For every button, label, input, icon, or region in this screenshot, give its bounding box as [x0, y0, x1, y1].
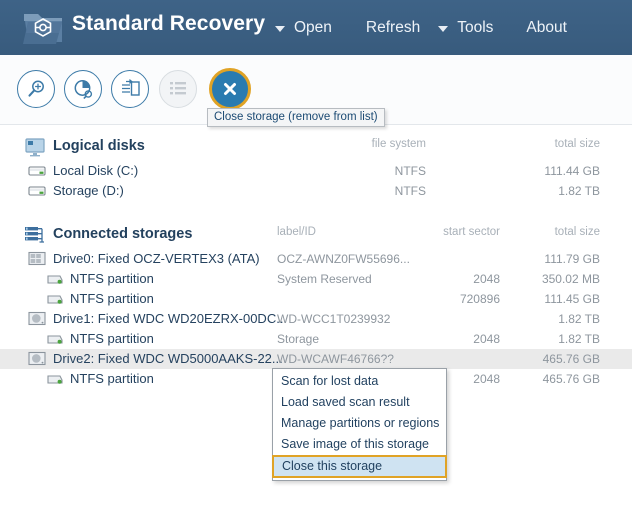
logical-disks-title: Logical disks	[53, 138, 145, 154]
find-lost-data-button[interactable]	[17, 70, 55, 108]
menu-item-refresh-label: Refresh	[365, 18, 421, 36]
close-x-icon	[224, 83, 236, 95]
logical-disk-row[interactable]: Local Disk (C:) NTFS 111.44 GB	[0, 161, 632, 181]
partition-icon	[46, 291, 64, 306]
title-bar: Standard Recovery Open Refresh Tools Abo…	[0, 0, 632, 55]
storage-drive-label: Drive0: Fixed OCZ-VERTEX3 (ATA)	[53, 251, 260, 266]
disk-platter-icon	[28, 311, 46, 326]
partition-icon	[46, 331, 64, 346]
folder-hexagon-logo-icon	[22, 8, 64, 48]
context-menu-item-scan-for-lost-data[interactable]: Scan for lost data	[273, 371, 446, 392]
storage-partition-label: NTFS partition	[70, 331, 154, 346]
storage-drive-row[interactable]: Drive0: Fixed OCZ-VERTEX3 (ATA) OCZ-AWNZ…	[0, 249, 632, 269]
column-header-file-system: file system	[371, 138, 426, 150]
logical-disk-label: Storage (D:)	[53, 183, 124, 198]
list-view-button[interactable]	[159, 70, 197, 108]
drive-icon	[28, 183, 46, 198]
menu-item-open[interactable]: Open	[275, 19, 332, 37]
export-document-icon	[121, 79, 140, 96]
storage-partition-row[interactable]: NTFS partition System Reserved 2048 350.…	[0, 269, 632, 289]
storage-drive-row-selected[interactable]: Drive2: Fixed WDC WD5000AAKS-22... WD-WC…	[0, 349, 632, 369]
logical-disk-total-size: 1.82 TB	[558, 184, 600, 198]
main-menu: Open Refresh Tools About	[275, 0, 567, 55]
logical-disk-total-size: 111.44 GB	[544, 164, 600, 178]
menu-item-open-label: Open	[294, 18, 332, 36]
disk-platter-icon	[28, 351, 46, 366]
storage-label-id: System Reserved	[277, 272, 372, 286]
magnifier-plus-icon	[28, 80, 44, 97]
storage-total-size: 465.76 GB	[542, 352, 600, 366]
menu-item-about[interactable]: About	[526, 19, 567, 37]
partition-icon	[46, 371, 64, 386]
list-lines-icon	[170, 82, 186, 95]
close-storage-button[interactable]	[209, 68, 251, 110]
drive-icon	[28, 163, 46, 178]
context-menu-item-close-this-storage[interactable]: Close this storage	[272, 455, 447, 478]
storage-drive-label: Drive1: Fixed WDC WD20EZRX-00DC...	[53, 311, 288, 326]
logical-disk-row[interactable]: Storage (D:) NTFS 1.82 TB	[0, 181, 632, 201]
context-menu-item-manage-partitions-or-regions[interactable]: Manage partitions or regions	[273, 413, 446, 434]
context-menu-item-load-saved-scan-result[interactable]: Load saved scan result	[273, 392, 446, 413]
logical-disk-file-system: NTFS	[394, 164, 426, 178]
storage-total-size: 1.82 TB	[558, 312, 600, 326]
logical-disks-header: Logical disks file system total size	[0, 135, 632, 161]
storage-total-size: 111.45 GB	[544, 292, 600, 306]
storage-total-size: 1.82 TB	[558, 332, 600, 346]
disk-platter-icon	[28, 251, 46, 266]
connected-storages-header: Connected storages label/ID start sector…	[0, 223, 632, 249]
save-image-button[interactable]	[111, 70, 149, 108]
logical-disk-label: Local Disk (C:)	[53, 163, 139, 178]
storage-partition-label: NTFS partition	[70, 371, 154, 386]
menu-item-tools[interactable]: Tools	[438, 19, 493, 37]
logical-disk-file-system: NTFS	[394, 184, 426, 198]
disk-analysis-button[interactable]	[64, 70, 102, 108]
storage-total-size: 111.79 GB	[544, 252, 600, 266]
storage-label-id: WD-WCAWF46766??	[277, 352, 394, 366]
storage-drive-row[interactable]: Drive1: Fixed WDC WD20EZRX-00DC... WD-WC…	[0, 309, 632, 329]
storage-label-id: OCZ-AWNZ0FW55696...	[277, 252, 410, 266]
storage-total-size: 465.76 GB	[542, 372, 600, 386]
chevron-down-icon	[275, 25, 285, 32]
partition-icon	[46, 271, 64, 286]
storage-context-menu: Scan for lost data Load saved scan resul…	[272, 368, 447, 481]
menu-item-refresh[interactable]: Refresh	[366, 19, 420, 37]
app-title: Standard Recovery	[72, 12, 266, 35]
menu-item-tools-label: Tools	[457, 18, 494, 36]
storage-stack-icon	[25, 226, 45, 245]
storage-partition-label: NTFS partition	[70, 291, 154, 306]
storage-start-sector: 2048	[473, 272, 500, 286]
storage-start-sector: 2048	[473, 332, 500, 346]
storage-drive-label: Drive2: Fixed WDC WD5000AAKS-22...	[53, 351, 283, 366]
close-storage-tooltip: Close storage (remove from list)	[207, 108, 385, 127]
storage-partition-label: NTFS partition	[70, 271, 154, 286]
context-menu-item-save-image-of-this-storage[interactable]: Save image of this storage	[273, 434, 446, 455]
storage-partition-row[interactable]: NTFS partition 720896 111.45 GB	[0, 289, 632, 309]
monitor-icon	[25, 138, 45, 157]
storage-label-id: Storage	[277, 332, 320, 346]
connected-storages-title: Connected storages	[53, 226, 193, 242]
menu-item-about-label: About	[526, 18, 567, 36]
application-window: Standard Recovery Open Refresh Tools Abo…	[0, 0, 632, 508]
column-header-label-id: label/ID	[277, 226, 316, 238]
chevron-down-icon	[438, 25, 449, 32]
column-header-start-sector: start sector	[443, 226, 500, 238]
column-header-total-size: total size	[554, 226, 600, 238]
storage-start-sector: 720896	[459, 292, 500, 306]
storage-label-id: WD-WCC1T0239932	[277, 312, 391, 326]
storage-partition-row[interactable]: NTFS partition Storage 2048 1.82 TB	[0, 329, 632, 349]
pie-chart-search-icon	[74, 79, 92, 99]
column-header-total-size: total size	[554, 138, 600, 150]
storage-total-size: 350.02 MB	[541, 272, 600, 286]
